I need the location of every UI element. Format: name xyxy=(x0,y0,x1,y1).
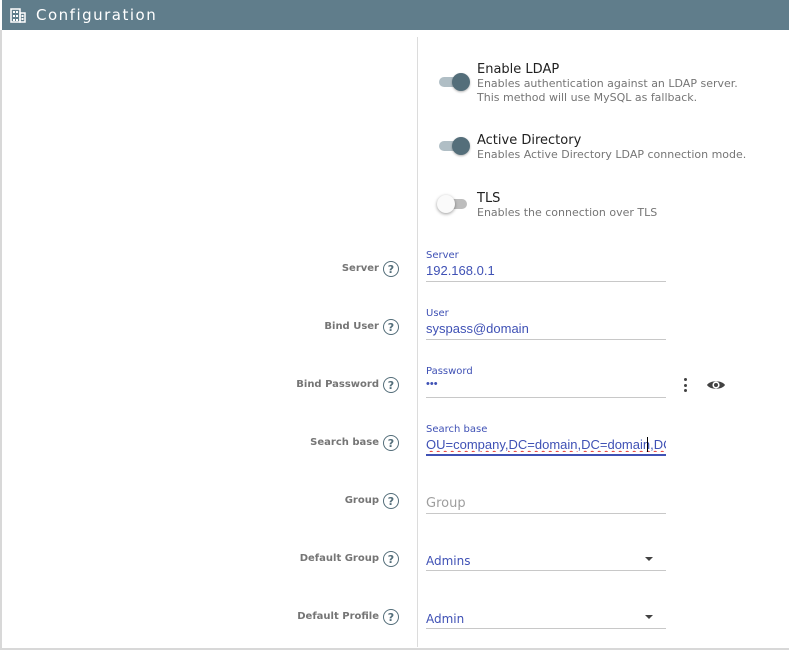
text-cursor xyxy=(647,437,648,452)
bind-user-input[interactable]: syspass@domain xyxy=(426,321,666,336)
enable-ldap-desc: Enables authentication against an LDAP s… xyxy=(477,77,738,90)
search-base-input[interactable]: OU=company,DC=domain,DC=domain,DC=com xyxy=(426,437,666,452)
eye-icon[interactable] xyxy=(706,378,726,392)
server-field-label: Server xyxy=(426,250,459,261)
active-directory-desc: Enables Active Directory LDAP connection… xyxy=(477,148,747,161)
chevron-down-icon[interactable] xyxy=(645,615,653,619)
search-base-field-label: Search base xyxy=(426,424,488,435)
panel-header: Configuration xyxy=(0,0,789,30)
search-base-help-icon[interactable]: ? xyxy=(383,435,399,451)
group-input[interactable]: Group xyxy=(426,496,466,511)
password-input-underline xyxy=(426,397,666,398)
default-group-underline xyxy=(426,570,666,571)
more-vert-icon[interactable] xyxy=(680,377,690,393)
column-divider xyxy=(417,37,418,647)
group-help-icon[interactable]: ? xyxy=(383,493,399,509)
bind-password-help-icon[interactable]: ? xyxy=(383,377,399,393)
tls-desc: Enables the connection over TLS xyxy=(477,206,658,219)
tls-toggle[interactable] xyxy=(437,195,471,213)
group-row-label: Group xyxy=(344,495,379,506)
server-row-label: Server xyxy=(341,263,379,274)
search-base-row-label: Search base xyxy=(310,437,379,448)
default-profile-underline xyxy=(426,628,666,629)
default-group-row-label: Default Group xyxy=(299,553,379,564)
active-directory-title: Active Directory xyxy=(477,133,582,148)
enable-ldap-desc-2: This method will use MySQL as fallback. xyxy=(477,91,698,104)
bind-password-row-label: Bind Password xyxy=(296,379,379,390)
group-input-underline xyxy=(426,513,666,514)
bind-user-row-label: Bind User xyxy=(324,321,379,332)
password-field-label: Password xyxy=(426,366,473,377)
enable-ldap-title: Enable LDAP xyxy=(477,62,560,77)
panel-border xyxy=(0,30,2,650)
server-input[interactable]: 192.168.0.1 xyxy=(426,263,666,278)
page-title: Configuration xyxy=(36,6,158,24)
default-profile-help-icon[interactable]: ? xyxy=(383,609,399,625)
default-profile-row-label: Default Profile xyxy=(297,611,379,622)
building-icon xyxy=(10,7,26,23)
server-help-icon[interactable]: ? xyxy=(383,261,399,277)
bind-user-input-underline xyxy=(426,339,666,340)
password-input[interactable]: ••• xyxy=(426,378,666,390)
search-base-input-underline xyxy=(426,454,666,456)
server-input-underline xyxy=(426,281,666,282)
default-group-help-icon[interactable]: ? xyxy=(383,551,399,567)
enable-ldap-toggle[interactable] xyxy=(437,73,471,91)
default-group-select[interactable]: Admins xyxy=(426,554,471,568)
bind-user-field-label: User xyxy=(426,308,449,319)
tls-title: TLS xyxy=(477,191,501,206)
default-profile-select[interactable]: Admin xyxy=(426,612,464,626)
bind-user-help-icon[interactable]: ? xyxy=(383,319,399,335)
chevron-down-icon[interactable] xyxy=(645,557,653,561)
active-directory-toggle[interactable] xyxy=(437,137,471,155)
